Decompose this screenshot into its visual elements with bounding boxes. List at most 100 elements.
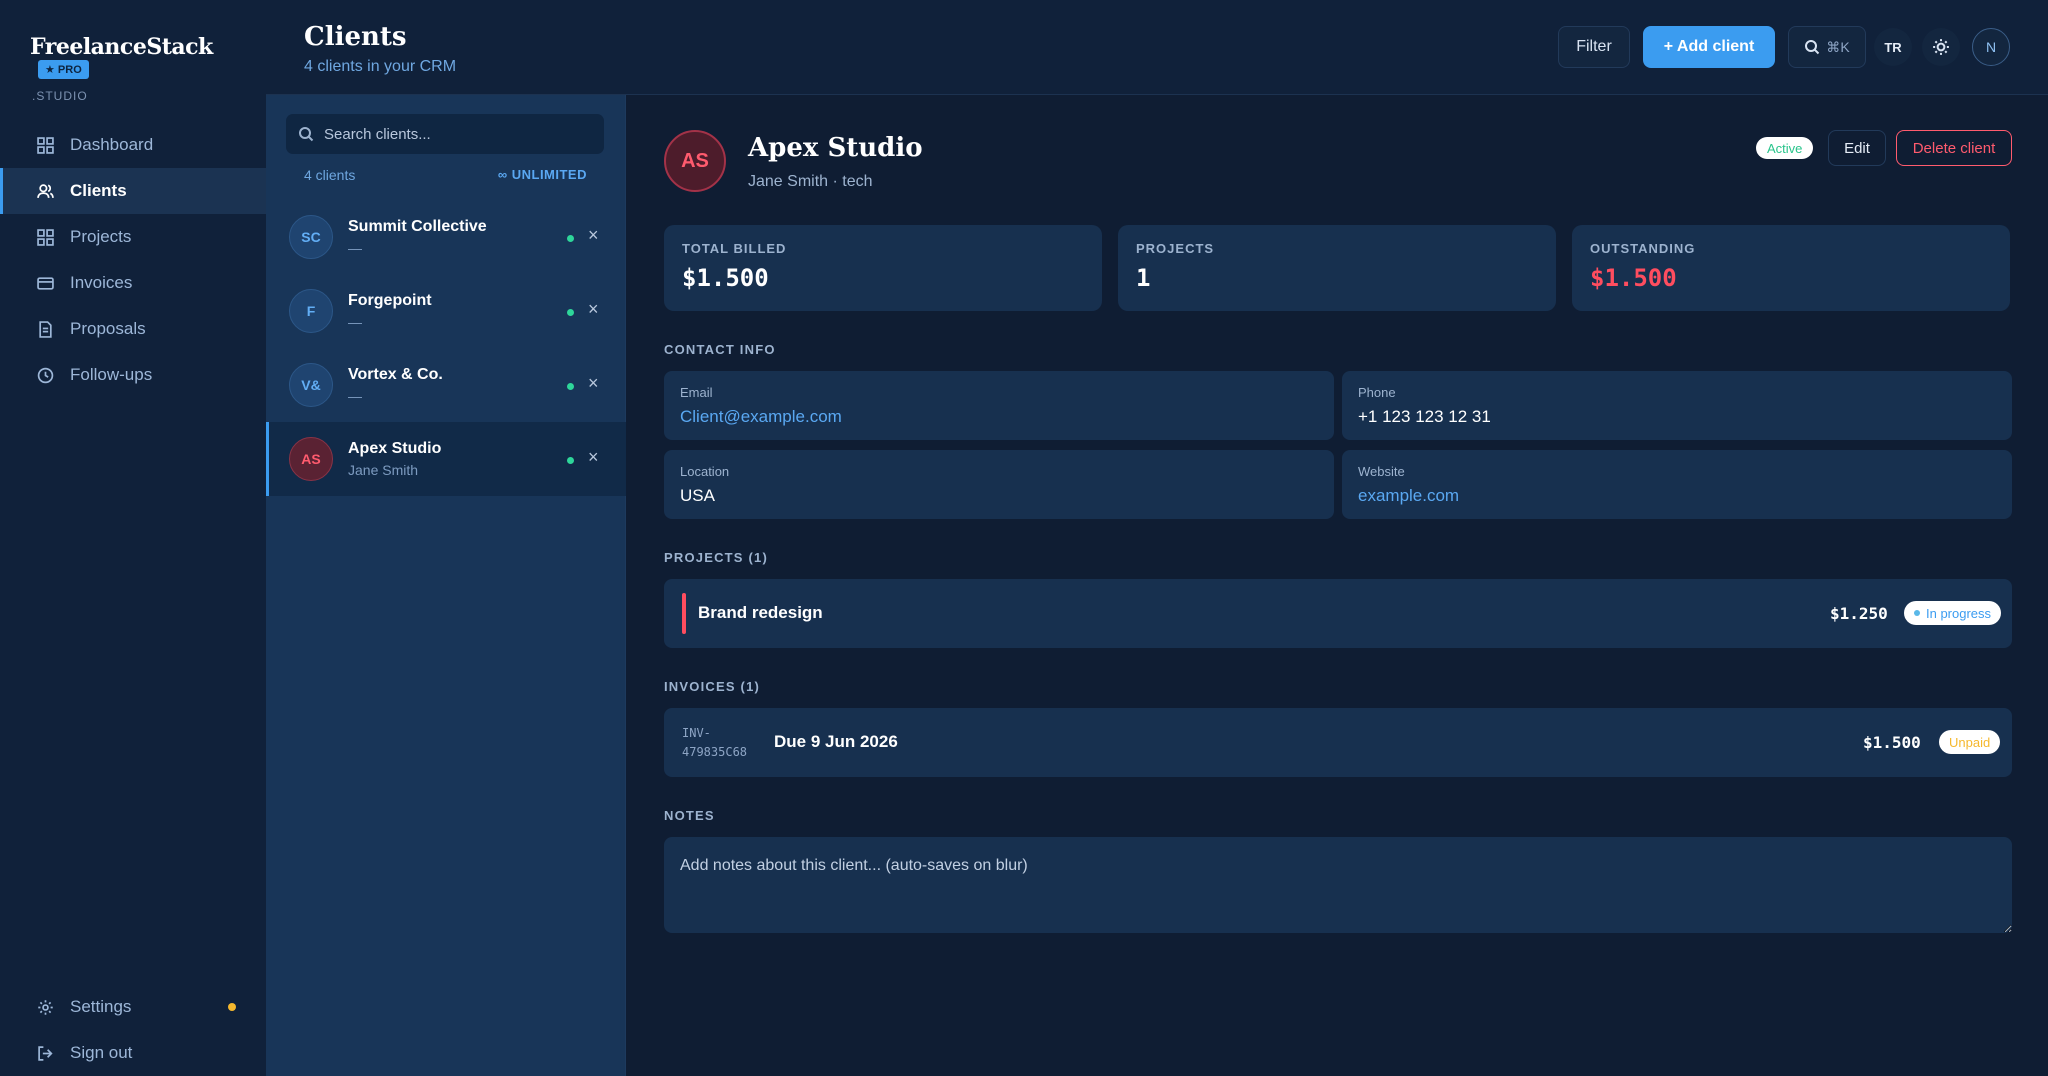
grid-icon — [37, 136, 54, 154]
shortcut-hint: ⌘K — [1826, 38, 1850, 55]
client-contact: — — [348, 240, 362, 256]
client-row-summit-collective[interactable]: SC Summit Collective — × — [266, 200, 626, 274]
stat-label: OUTSTANDING — [1590, 241, 1696, 256]
nav-label: Invoices — [70, 273, 133, 292]
nav-label: Clients — [70, 181, 127, 200]
status-dot — [567, 457, 574, 464]
nav-label: Proposals — [70, 319, 146, 338]
sidebar-footer: Settings Sign out — [0, 984, 266, 1076]
theme-toggle-button[interactable] — [1922, 28, 1960, 66]
website-link[interactable]: example.com — [1358, 486, 1996, 506]
client-row-forgepoint[interactable]: F Forgepoint — × — [266, 274, 626, 348]
nav-label: Settings — [70, 997, 132, 1016]
nav-item-dashboard[interactable]: Dashboard — [0, 122, 266, 168]
client-count: 4 clients — [304, 167, 356, 183]
project-amount: $1.250 — [1830, 604, 1888, 623]
search-icon — [299, 127, 314, 142]
status-dot — [567, 383, 574, 390]
brand-name: FreelanceStack — [30, 34, 213, 60]
client-info: Vortex & Co. — — [348, 366, 443, 404]
brand[interactable]: FreelanceStack ★ PRO .STUDIO — [30, 34, 266, 103]
status-badge: Active — [1756, 137, 1814, 159]
client-search[interactable] — [286, 114, 604, 154]
stat-outstanding: OUTSTANDING $1.500 — [1572, 225, 2010, 311]
project-name: Brand redesign — [698, 603, 823, 622]
plan-limit-badge: ∞ UNLIMITED — [497, 167, 587, 182]
nav-item-sign-out[interactable]: Sign out — [0, 1030, 266, 1076]
project-row[interactable]: Brand redesign $1.250 In progress — [664, 579, 2012, 648]
delete-client-button[interactable]: Delete client — [1896, 130, 2012, 166]
page-subtitle: 4 clients in your CRM — [304, 58, 457, 75]
nav-label: Dashboard — [70, 135, 154, 154]
client-name: Summit Collective — [348, 218, 487, 235]
notification-dot — [228, 1003, 236, 1011]
contact-email: Email Client@example.com — [664, 371, 1334, 440]
field-label: Email — [680, 385, 713, 400]
stat-label: TOTAL BILLED — [682, 241, 787, 256]
client-name: Vortex & Co. — [348, 366, 443, 383]
client-subtitle: Jane Smith · tech — [748, 173, 873, 190]
invoice-row[interactable]: INV-479835C68 Due 9 Jun 2026 $1.500 Unpa… — [664, 708, 2012, 777]
remove-client-icon[interactable]: × — [588, 299, 599, 320]
notes-textarea[interactable] — [664, 837, 2012, 933]
brand-sub: .STUDIO — [32, 89, 88, 103]
sign-out-icon — [38, 1045, 53, 1061]
status-dot — [567, 309, 574, 316]
contact-website: Website example.com — [1342, 450, 2012, 519]
nav-item-proposals[interactable]: Proposals — [0, 306, 266, 352]
field-label: Phone — [1358, 385, 1396, 400]
client-row-apex-studio[interactable]: AS Apex Studio Jane Smith × — [266, 422, 626, 496]
client-info: Summit Collective — — [348, 218, 487, 256]
field-label: Location — [680, 464, 730, 479]
command-search-button[interactable]: ⌘K — [1788, 26, 1866, 68]
project-status-badge: In progress — [1904, 601, 2002, 625]
clock-icon — [37, 367, 54, 383]
client-search-input[interactable] — [324, 125, 584, 143]
document-icon — [39, 320, 52, 338]
main-nav: Dashboard Clients Projects Invoices Prop… — [0, 122, 266, 398]
users-icon — [37, 183, 54, 198]
client-info: Forgepoint — — [348, 292, 432, 330]
client-name: Forgepoint — [348, 292, 432, 309]
client-list-panel: 4 clients ∞ UNLIMITED SC Summit Collecti… — [266, 95, 626, 1076]
project-color-bar — [682, 593, 686, 634]
edit-button[interactable]: Edit — [1828, 130, 1886, 166]
remove-client-icon[interactable]: × — [588, 447, 599, 468]
page-title: Clients — [304, 22, 407, 52]
nav-item-projects[interactable]: Projects — [0, 214, 266, 260]
language-button[interactable]: TR — [1874, 28, 1912, 66]
filter-button[interactable]: Filter — [1558, 26, 1630, 68]
nav-item-settings[interactable]: Settings — [0, 984, 266, 1030]
sun-icon — [1933, 39, 1949, 55]
section-invoices: INVOICES (1) — [664, 679, 761, 694]
invoice-status-badge: Unpaid — [1939, 730, 2001, 754]
pro-badge: ★ PRO — [38, 60, 89, 79]
nav-item-follow-ups[interactable]: Follow-ups — [0, 352, 266, 398]
nav-label: Projects — [70, 227, 132, 246]
stat-projects: PROJECTS 1 — [1118, 225, 1556, 311]
client-row-vortex-co[interactable]: V& Vortex & Co. — × — [266, 348, 626, 422]
remove-client-icon[interactable]: × — [588, 225, 599, 246]
stat-value: $1.500 — [1590, 264, 1677, 292]
nav-item-invoices[interactable]: Invoices — [0, 260, 266, 306]
invoice-number: INV-479835C68 — [682, 726, 748, 759]
avatar: AS — [289, 437, 333, 481]
invoice-due-date: Due 9 Jun 2026 — [774, 732, 898, 751]
avatar: SC — [289, 215, 333, 259]
grid-icon — [37, 228, 54, 246]
client-name: Apex Studio — [348, 440, 442, 457]
client-avatar: AS — [664, 130, 726, 192]
client-contact: Jane Smith — [348, 462, 419, 478]
section-projects: PROJECTS (1) — [664, 550, 768, 565]
phone-value: +1 123 123 12 31 — [1358, 407, 1491, 426]
contact-phone: Phone +1 123 123 12 31 — [1342, 371, 2012, 440]
nav-item-clients[interactable]: Clients — [0, 168, 266, 214]
remove-client-icon[interactable]: × — [588, 373, 599, 394]
email-link[interactable]: Client@example.com — [680, 407, 1318, 427]
section-contact-info: CONTACT INFO — [664, 342, 776, 357]
user-avatar-button[interactable]: N — [1972, 28, 2010, 66]
add-client-button[interactable]: + Add client — [1643, 26, 1775, 68]
sidebar: FreelanceStack ★ PRO .STUDIO Dashboard C… — [0, 0, 266, 1076]
nav-label: Sign out — [70, 1043, 133, 1062]
client-list: SC Summit Collective — × F Forgepoint — … — [266, 200, 626, 496]
